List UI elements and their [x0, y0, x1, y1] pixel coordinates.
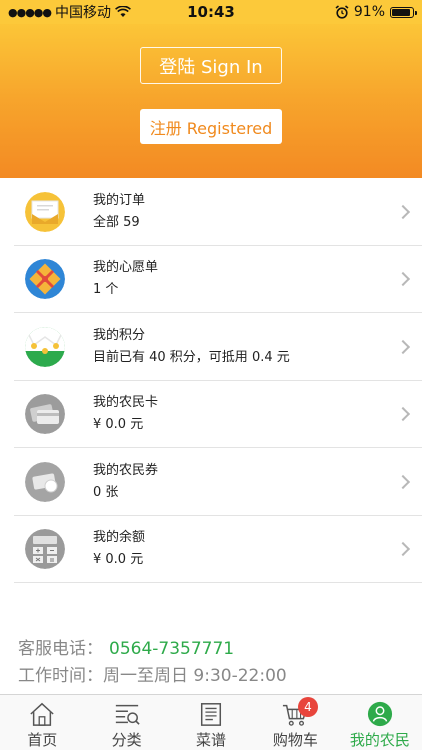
account-menu: 我的订单 全部 59 我的心愿单 1 个 我的积分 目前已有 40 积分，可抵用… — [0, 178, 422, 583]
points-icon — [25, 326, 65, 367]
balance-item[interactable]: 我的余额 ¥ 0.0 元 — [0, 516, 422, 584]
tab-bar: 首页 分类 菜谱 4 购物车 我的农民 — [0, 694, 422, 750]
working-hours-line: 工作时间：周一至周日 9:30-22:00 — [18, 663, 287, 690]
menu-item-subtitle: ¥ 0.0 元 — [93, 417, 144, 433]
category-icon — [115, 704, 140, 725]
calculator-icon — [25, 529, 65, 570]
tab-label: 购物车 — [272, 731, 318, 749]
home-icon — [30, 702, 54, 726]
phone-label: 客服电话： — [18, 639, 103, 659]
menu-item-title: 我的心愿单 — [93, 260, 159, 276]
tab-category[interactable]: 分类 — [84, 695, 168, 750]
chevron-right-icon — [395, 339, 411, 354]
carrier-label: 中国移动 — [55, 5, 111, 21]
chevron-right-icon — [395, 204, 411, 219]
menu-item-subtitle: 全部 59 — [93, 214, 140, 230]
menu-item-title: 我的订单 — [93, 192, 146, 208]
contact-info: 客服电话： 0564-7357771 工作时间：周一至周日 9:30-22:00 — [18, 636, 287, 690]
register-button[interactable]: 注册 Registered — [140, 109, 282, 144]
customer-service-line: 客服电话： 0564-7357771 — [18, 636, 287, 663]
points-item[interactable]: 我的积分 目前已有 40 积分，可抵用 0.4 元 — [0, 313, 422, 381]
farmer-coupon-item[interactable]: 我的农民券 0 张 — [0, 448, 422, 516]
menu-item-title: 我的余额 — [93, 530, 146, 546]
user-icon — [367, 701, 392, 727]
tab-label: 菜谱 — [196, 731, 227, 749]
card-icon — [25, 394, 65, 435]
menu-item-subtitle: 目前已有 40 积分，可抵用 0.4 元 — [93, 349, 290, 365]
tab-recipe[interactable]: 菜谱 — [169, 695, 253, 750]
chevron-right-icon — [395, 542, 411, 557]
menu-item-subtitle: 0 张 — [93, 484, 119, 500]
menu-item-subtitle: 1 个 — [93, 282, 119, 298]
cart-count-badge: 4 — [297, 697, 318, 717]
menu-item-title: 我的农民券 — [93, 462, 159, 478]
farmer-card-item[interactable]: 我的农民卡 ¥ 0.0 元 — [0, 381, 422, 449]
status-bar: ●●●●● 中国移动 10:43 91% — [0, 0, 422, 24]
wishlist-item[interactable]: 我的心愿单 1 个 — [0, 246, 422, 314]
wifi-icon — [115, 6, 131, 17]
sign-in-button[interactable]: 登陆 Sign In — [140, 47, 282, 84]
profile-header: 登陆 Sign In 注册 Registered — [0, 0, 422, 178]
gift-icon — [25, 259, 65, 300]
hours-label: 工作时间： — [18, 666, 103, 686]
tab-home[interactable]: 首页 — [0, 695, 84, 750]
tab-label: 我的农民 — [349, 731, 410, 749]
battery-icon — [390, 6, 417, 18]
recipe-icon — [200, 703, 222, 726]
chevron-right-icon — [395, 407, 411, 422]
menu-item-subtitle: ¥ 0.0 元 — [93, 552, 144, 568]
tab-cart[interactable]: 4 购物车 — [253, 695, 337, 750]
envelope-icon — [25, 191, 65, 232]
chevron-right-icon — [395, 272, 411, 287]
hours-value: 周一至周日 9:30-22:00 — [103, 666, 287, 686]
coupon-icon — [25, 461, 65, 502]
tab-my-farmer[interactable]: 我的农民 — [338, 695, 422, 750]
tab-label: 首页 — [27, 731, 58, 749]
menu-item-title: 我的农民卡 — [93, 395, 159, 411]
chevron-right-icon — [395, 474, 411, 489]
menu-item-title: 我的积分 — [93, 327, 146, 343]
orders-item[interactable]: 我的订单 全部 59 — [0, 178, 422, 246]
phone-number-link[interactable]: 0564-7357771 — [109, 639, 234, 659]
signal-icon: ●●●●● — [8, 5, 52, 19]
alarm-icon — [335, 5, 349, 19]
battery-percent: 91% — [353, 4, 385, 20]
tab-label: 分类 — [111, 731, 142, 749]
